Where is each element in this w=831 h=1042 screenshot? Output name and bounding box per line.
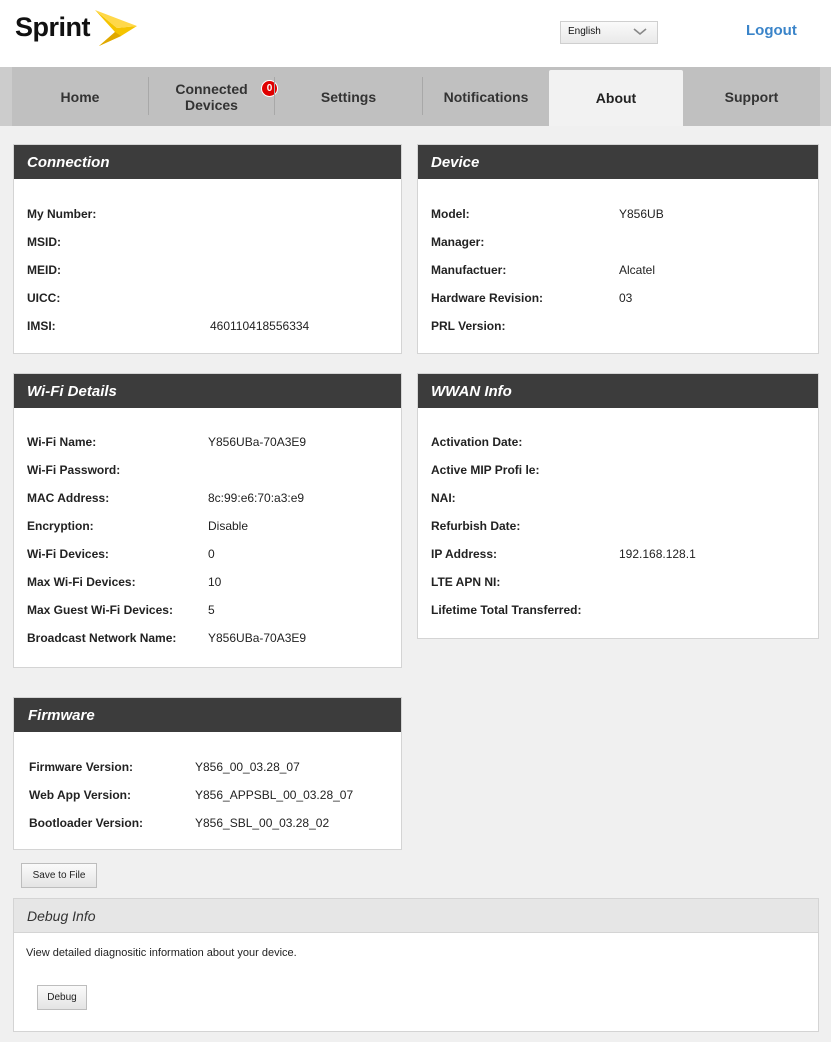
field-value: 0: [208, 547, 215, 561]
field-label: Wi-Fi Devices:: [27, 547, 109, 561]
field-label: MAC Address:: [27, 491, 110, 505]
tab-label: About: [595, 90, 637, 106]
tab-label: Connected Devices: [175, 80, 248, 113]
field-label: Refurbish Date:: [431, 519, 521, 533]
field-value: Y856_APPSBL_00_03.28_07: [195, 788, 354, 802]
header: Sprint English Logout: [0, 0, 831, 67]
field-value: Y856_00_03.28_07: [195, 760, 300, 774]
field-value: 460110418556334: [210, 319, 310, 333]
panel-title: Wi-Fi Details: [14, 374, 401, 408]
field-label: Manager:: [431, 235, 485, 249]
field-label: NAI:: [431, 491, 456, 505]
panel-title: Connection: [14, 145, 401, 179]
field-label: Bootloader Version:: [29, 816, 144, 830]
debug-description: View detailed diagnositic information ab…: [26, 947, 297, 959]
field-label: Firmware Version:: [29, 760, 134, 774]
device-panel: Device Model: Y856UB Manager: Manufactue…: [417, 144, 819, 354]
field-value: 03: [619, 291, 633, 305]
tab-label: Support: [724, 88, 779, 105]
firmware-panel: Firmware Firmware Version: Y856_00_03.28…: [13, 697, 402, 850]
field-label: Broadcast Network Name:: [27, 631, 177, 645]
field-value: Disable: [208, 519, 249, 533]
field-label: Wi-Fi Name:: [27, 435, 97, 449]
field-label: IMSI:: [27, 319, 56, 333]
language-select[interactable]: English: [560, 21, 658, 44]
field-label: MSID:: [27, 235, 61, 249]
main-nav: Home Connected Devices 0 Settings Notifi…: [0, 67, 831, 126]
field-label: Encryption:: [27, 519, 94, 533]
field-label: IP Address:: [431, 547, 498, 561]
field-label: My Number:: [27, 207, 97, 221]
debug-info-panel: Debug Info View detailed diagnositic inf…: [13, 898, 819, 1032]
field-label: Activation Date:: [431, 435, 523, 449]
wifi-details-panel: Wi-Fi Details Wi-Fi Name: Y856UBa-70A3E9…: [13, 373, 402, 668]
field-label: Lifetime Total Transferred:: [431, 603, 582, 617]
field-value: 8c:99:e6:70:a3:e9: [208, 491, 305, 505]
content-area: Connection My Number: MSID: MEID: UICC: …: [0, 126, 831, 1042]
field-label: Max Wi-Fi Devices:: [27, 575, 136, 589]
logout-link[interactable]: Logout: [746, 22, 797, 39]
tab-connected-devices[interactable]: Connected Devices: [149, 67, 274, 126]
field-label: Hardware Revision:: [431, 291, 544, 305]
field-label: Web App Version:: [29, 788, 132, 802]
sprint-wing-icon: [95, 10, 137, 46]
tab-about[interactable]: About: [549, 70, 683, 126]
field-value: Y856UBa-70A3E9: [208, 631, 307, 645]
debug-button[interactable]: Debug: [37, 985, 87, 1010]
save-to-file-button[interactable]: Save to File: [21, 863, 97, 888]
field-label: LTE APN NI:: [431, 575, 501, 589]
tab-label: Settings: [320, 88, 377, 105]
tab-support[interactable]: Support: [683, 67, 820, 126]
field-label: Max Guest Wi-Fi Devices:: [27, 603, 173, 617]
panel-title: Debug Info: [14, 899, 818, 933]
sprint-logo[interactable]: Sprint: [15, 6, 137, 50]
nav-bar: Home Connected Devices 0 Settings Notifi…: [12, 67, 820, 126]
tab-label: Notifications: [443, 88, 529, 105]
field-value: 5: [208, 603, 215, 617]
connection-panel: Connection My Number: MSID: MEID: UICC: …: [13, 144, 402, 354]
logo-text: Sprint: [15, 12, 91, 42]
wwan-info-panel: WWAN Info Activation Date: Active MIP Pr…: [417, 373, 819, 639]
field-label: Wi-Fi Password:: [27, 463, 121, 477]
field-value: Y856_SBL_00_03.28_02: [195, 816, 330, 830]
field-value: 10: [208, 575, 222, 589]
tab-notifications[interactable]: Notifications: [423, 67, 549, 126]
tab-settings[interactable]: Settings: [275, 67, 422, 126]
language-value: English: [568, 26, 601, 37]
field-value: 192.168.128.1: [619, 547, 696, 561]
field-value: Y856UBa-70A3E9: [208, 435, 307, 449]
field-label: PRL Version:: [431, 319, 506, 333]
tab-label: Home: [60, 88, 100, 105]
field-value: Alcatel: [619, 263, 656, 277]
panel-title: Firmware: [14, 698, 401, 732]
field-label: Model:: [431, 207, 470, 221]
field-label: Active MIP Profi le:: [431, 463, 540, 477]
field-label: MEID:: [27, 263, 61, 277]
field-label: Manufactuer:: [431, 263, 507, 277]
panel-title: Device: [418, 145, 818, 179]
chevron-down-icon: [633, 28, 647, 39]
field-value: Y856UB: [619, 207, 664, 221]
field-label: UICC:: [27, 291, 61, 305]
tab-home[interactable]: Home: [12, 67, 148, 126]
panel-title: WWAN Info: [418, 374, 818, 408]
